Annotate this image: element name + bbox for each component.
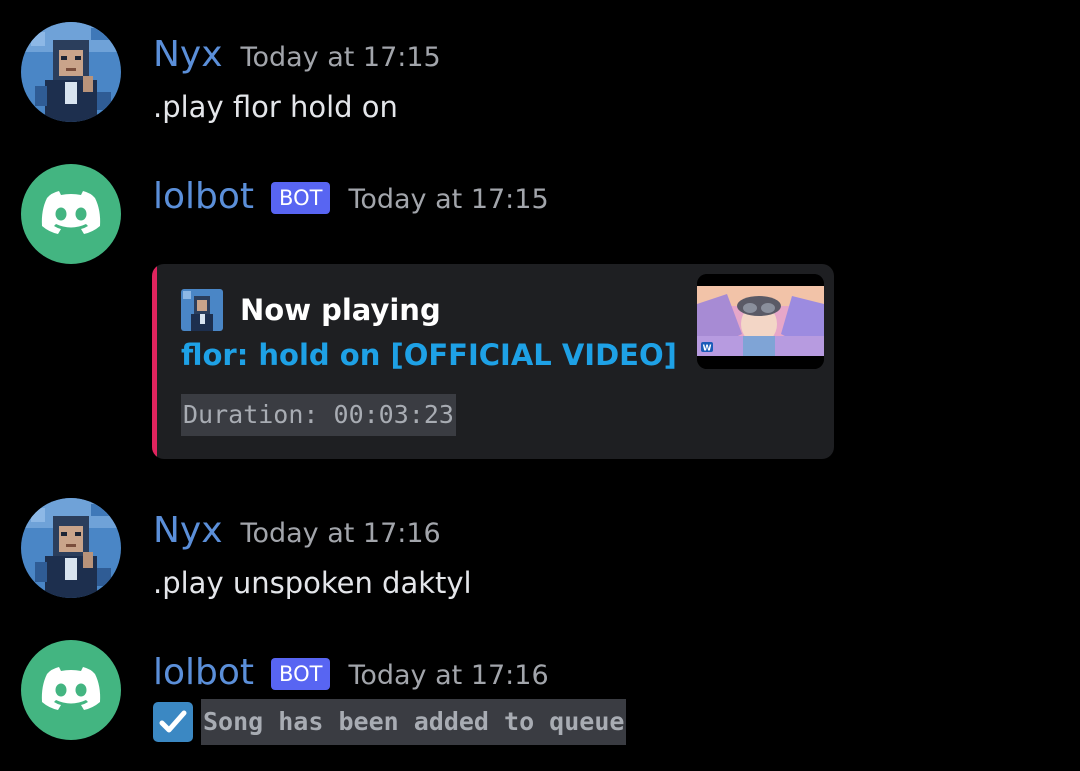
timestamp: Today at 17:15 <box>348 184 549 215</box>
username[interactable]: lolbot <box>153 648 254 698</box>
embed-accent-bar <box>152 264 157 459</box>
message: lolbot BOT Today at 17:16 Song has been … <box>0 640 1080 758</box>
timestamp: Today at 17:16 <box>348 660 549 691</box>
message: Nyx Today at 17:16 .play unspoken daktyl <box>0 498 1080 606</box>
timestamp: Today at 17:15 <box>240 42 441 73</box>
user-avatar[interactable] <box>21 498 121 598</box>
message-header: lolbot BOT Today at 17:15 <box>153 172 549 222</box>
svg-text:W: W <box>703 344 712 353</box>
username[interactable]: Nyx <box>153 30 223 80</box>
message-header: lolbot BOT Today at 17:16 <box>153 648 549 698</box>
embed-author: Now playing <box>181 289 441 331</box>
inline-code-text: Song has been added to queue <box>201 699 627 745</box>
message-content: Song has been added to queue <box>153 699 627 745</box>
bot-badge: BOT <box>271 182 331 214</box>
bot-avatar[interactable] <box>21 164 121 264</box>
user-avatar[interactable] <box>21 22 121 122</box>
discord-logo-icon <box>41 191 101 234</box>
message-content: .play flor hold on <box>153 90 398 124</box>
message-content: .play unspoken daktyl <box>153 566 472 600</box>
timestamp: Today at 17:16 <box>240 518 441 549</box>
message-header: Nyx Today at 17:15 <box>153 30 441 80</box>
bot-badge: BOT <box>271 658 331 690</box>
pixel-art-portrait-icon <box>21 498 121 598</box>
author-portrait-icon <box>181 289 223 331</box>
embed-description: Duration: 00:03:23 <box>181 394 456 436</box>
discord-logo-icon <box>41 667 101 710</box>
now-playing-embed: Now playing flor: hold on [OFFICIAL VIDE… <box>152 264 834 459</box>
message: Nyx Today at 17:15 .play flor hold on <box>0 22 1080 130</box>
chat-messages: Nyx Today at 17:15 .play flor hold on lo… <box>0 0 1080 771</box>
video-thumbnail[interactable]: W <box>697 274 824 369</box>
embed-author-name: Now playing <box>240 293 441 327</box>
bot-avatar[interactable] <box>21 640 121 740</box>
message-header: Nyx Today at 17:16 <box>153 506 441 556</box>
pixel-art-portrait-icon <box>21 22 121 122</box>
embed-title-link[interactable]: flor: hold on [OFFICIAL VIDEO] <box>181 338 677 372</box>
video-thumbnail-image-icon: W <box>697 274 824 369</box>
username[interactable]: lolbot <box>153 172 254 222</box>
check-box-icon <box>153 702 193 742</box>
username[interactable]: Nyx <box>153 506 223 556</box>
